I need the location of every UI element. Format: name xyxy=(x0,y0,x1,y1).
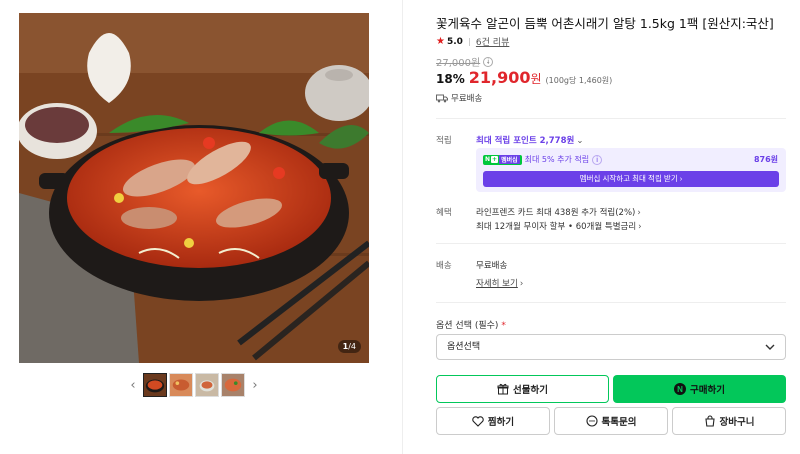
section-divider xyxy=(436,243,786,244)
gift-button[interactable]: 선물하기 xyxy=(436,375,609,403)
product-title: 꽃게육수 알곤이 듬뿍 어촌시래기 알탕 1.5kg 1팩 [원산지:국산] xyxy=(436,16,774,31)
rating-row: ★ 5.0 6건 리뷰 xyxy=(436,35,509,48)
benefit-installment-text: 최대 12개월 무이자 할부 • 60개월 특별금리 xyxy=(476,222,637,232)
thumbnail-3[interactable] xyxy=(195,373,219,397)
vertical-divider xyxy=(402,0,403,454)
benefit-card-text: 라인프렌즈 카드 최대 438원 추가 적립(2%) xyxy=(476,208,636,218)
talk-inquiry-button[interactable]: 톡톡문의 xyxy=(554,407,668,435)
chat-bubble-icon xyxy=(585,415,598,427)
truck-icon xyxy=(436,94,448,102)
npay-badge-n: N xyxy=(485,156,491,163)
cart-button-label: 장바구니 xyxy=(719,417,755,428)
buy-button[interactable]: N 구매하기 xyxy=(613,375,786,403)
points-label: 적립 xyxy=(436,136,452,146)
npay-n-icon: N xyxy=(674,383,687,395)
chevron-right-icon: › xyxy=(637,208,641,218)
price-info-icon[interactable]: i xyxy=(483,56,494,67)
chevron-right-icon: › xyxy=(519,279,524,289)
required-mark: * xyxy=(501,321,506,331)
sale-price-row: 18% 21,900 원 (100g당 1,460원) xyxy=(436,68,612,87)
delivery-label: 배송 xyxy=(436,261,452,271)
discount-rate: 18% xyxy=(436,72,465,86)
membership-extra-row: N + 멤버십 최대 5% 추가 적립 i xyxy=(483,154,603,165)
thumb-next-arrow[interactable]: › xyxy=(246,373,264,397)
delivery-value: 무료배송 xyxy=(476,261,508,271)
unit-price: (100g당 1,460원) xyxy=(545,76,613,85)
rating-separator xyxy=(468,37,470,46)
heart-icon xyxy=(472,415,484,427)
npay-membership-badge: N + 멤버십 xyxy=(483,154,522,165)
thumb-prev-arrow[interactable]: ‹ xyxy=(124,373,142,397)
section-divider xyxy=(436,118,786,119)
gift-icon xyxy=(497,383,509,395)
shipping-summary-text: 무료배송 xyxy=(451,94,483,104)
original-price: 27,000원 xyxy=(436,58,481,69)
rating-score: 5.0 xyxy=(446,36,463,47)
max-points-link[interactable]: 최대 적립 포인트 2,778원 xyxy=(476,136,574,146)
option-select[interactable]: 옵션선택 xyxy=(436,334,786,360)
membership-extra-text: 최대 5% 추가 적립 xyxy=(524,155,590,164)
gift-button-label: 선물하기 xyxy=(513,385,548,396)
npay-badge-member: 멤버십 xyxy=(499,155,520,164)
wishlist-button[interactable]: 찜하기 xyxy=(436,407,550,435)
membership-box: N + 멤버십 최대 5% 추가 적립 i 876원 멤버십 시작하고 최대 적… xyxy=(476,148,786,192)
option-select-value: 옵션선택 xyxy=(447,342,481,352)
npay-badge-plus: + xyxy=(491,156,499,163)
benefit-card-row[interactable]: 라인프렌즈 카드 최대 438원 추가 적립(2%) › xyxy=(476,206,641,218)
thumbnail-1[interactable] xyxy=(143,373,167,397)
star-icon: ★ xyxy=(436,36,445,47)
delivery-detail-link[interactable]: 자세히 보기 xyxy=(476,279,518,289)
cart-button[interactable]: 장바구니 xyxy=(672,407,786,435)
thumbnail-strip: ‹ › xyxy=(124,372,264,398)
stew-photo xyxy=(19,13,369,363)
buy-button-label: 구매하기 xyxy=(690,385,725,396)
chevron-right-icon: › xyxy=(638,222,642,232)
shopping-bag-icon xyxy=(704,415,715,427)
sale-currency: 원 xyxy=(530,72,542,86)
option-label: 옵션 선택 (필수) * xyxy=(436,318,506,331)
thumbnail-2[interactable] xyxy=(169,373,193,397)
image-counter: 1/4 xyxy=(337,340,361,353)
membership-amount: 876원 xyxy=(753,155,778,164)
section-divider xyxy=(436,302,786,303)
shipping-summary: 무료배송 xyxy=(436,92,482,104)
benefits-label: 혜택 xyxy=(436,208,452,218)
sale-price: 21,900 xyxy=(468,68,531,87)
original-price-row: 27,000원 i xyxy=(436,54,494,69)
wishlist-button-label: 찜하기 xyxy=(487,417,515,428)
max-points-row[interactable]: 최대 적립 포인트 2,778원 ⌄ xyxy=(476,134,583,146)
chevron-down-icon: ⌄ xyxy=(576,136,584,146)
thumbnail-4[interactable] xyxy=(221,373,245,397)
chevron-down-icon xyxy=(765,344,775,350)
review-count-link[interactable]: 6건 리뷰 xyxy=(476,35,509,48)
membership-info-icon[interactable]: i xyxy=(592,154,603,165)
benefit-installment-row[interactable]: 최대 12개월 무이자 할부 • 60개월 특별금리 › xyxy=(476,220,642,232)
delivery-detail-row[interactable]: 자세히 보기 › xyxy=(476,277,523,289)
start-membership-button[interactable]: 멤버십 시작하고 최대 적립 받기 › xyxy=(483,171,779,187)
product-main-image[interactable]: 1/4 xyxy=(19,13,369,363)
option-label-text: 옵션 선택 (필수) xyxy=(436,321,499,331)
talk-inquiry-label: 톡톡문의 xyxy=(601,417,637,428)
